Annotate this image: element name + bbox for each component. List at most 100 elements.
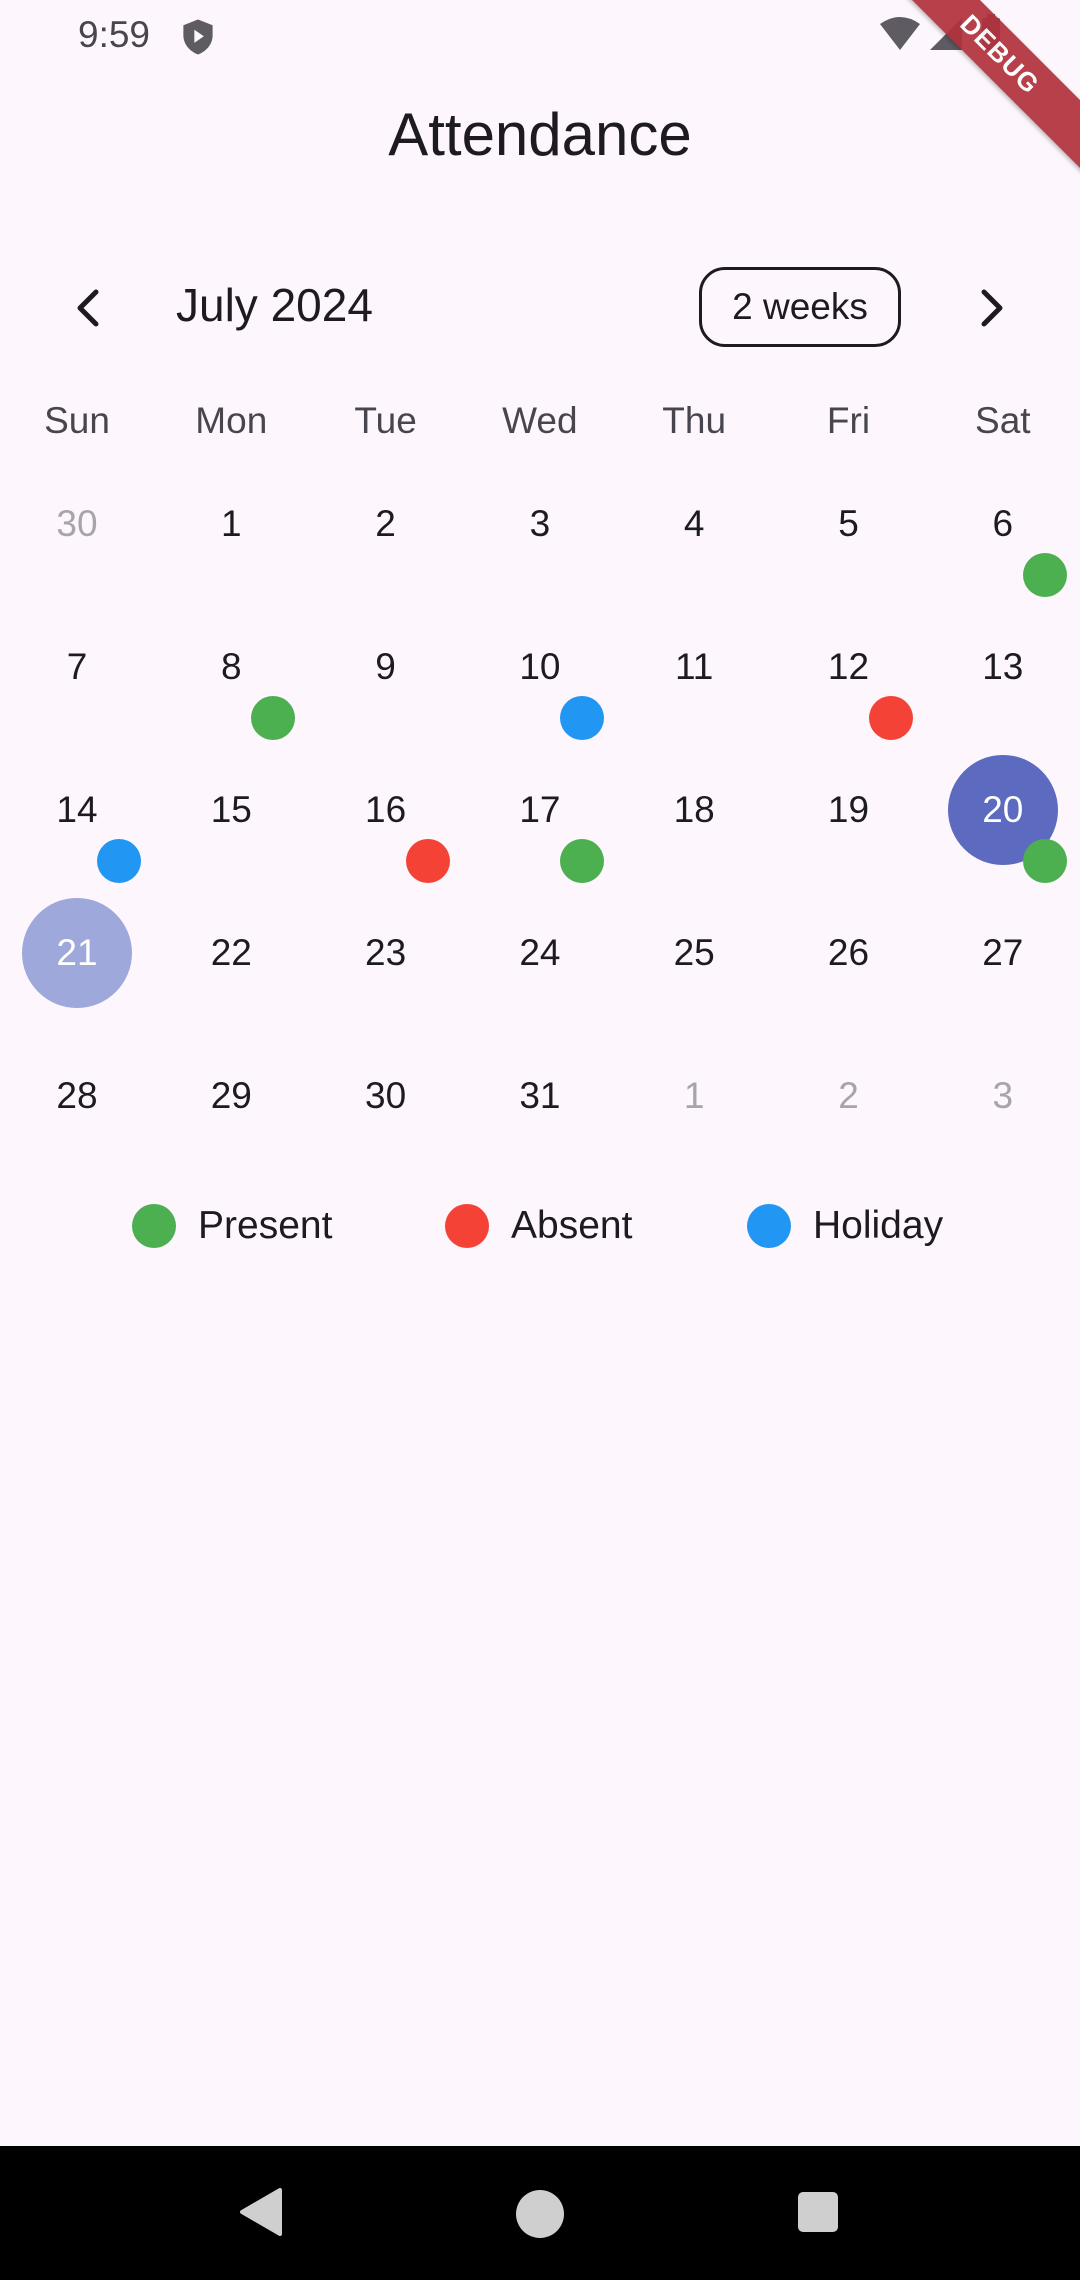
home-icon[interactable] — [516, 2190, 564, 2238]
day-number: 5 — [838, 503, 859, 544]
weekday-label-fri: Fri — [826, 400, 871, 441]
legend-dot — [132, 1204, 176, 1248]
day-number: 3 — [529, 503, 551, 544]
weekday-label-thu: Thu — [662, 400, 727, 441]
day-number: 28 — [56, 1075, 98, 1116]
legend-item-present: Present — [132, 1200, 332, 1252]
day-number: 23 — [365, 932, 407, 973]
calendar-day[interactable]: 26 — [772, 866, 926, 1009]
day-number: 1 — [221, 503, 242, 544]
calendar-day[interactable]: 9 — [309, 580, 463, 723]
calendar-day[interactable]: 30 — [0, 437, 154, 580]
day-number: 26 — [827, 932, 870, 973]
day-number: 12 — [827, 646, 870, 687]
day-number: 31 — [519, 1075, 561, 1116]
day-number: 30 — [365, 1075, 407, 1116]
calendar-day[interactable]: 13 — [926, 580, 1080, 723]
calendar-day[interactable]: 6 — [926, 437, 1080, 597]
calendar-day-selected[interactable]: 20 — [926, 723, 1080, 883]
next-month-button[interactable] — [960, 270, 1024, 346]
calendar-day[interactable]: 3 — [463, 437, 617, 580]
weekday-label-sun: Sun — [44, 400, 110, 441]
day-number: 15 — [210, 789, 252, 830]
calendar-day[interactable]: 17 — [463, 723, 617, 883]
legend-dot — [445, 1204, 489, 1248]
calendar-day[interactable]: 3 — [926, 1009, 1080, 1152]
calendar-day[interactable]: 4 — [617, 437, 771, 580]
weekday-label-sat: Sat — [975, 400, 1031, 441]
calendar-day[interactable]: 15 — [154, 723, 308, 866]
calendar-day[interactable]: 25 — [617, 866, 771, 1009]
chevron-left-icon — [77, 289, 99, 327]
chevron-right-icon — [981, 289, 1003, 327]
calendar-day[interactable]: 2 — [772, 1009, 926, 1152]
calendar-day[interactable]: 11 — [617, 580, 771, 723]
weekday-label-mon: Mon — [195, 400, 268, 441]
calendar-day[interactable]: 8 — [154, 580, 308, 740]
day-number: 8 — [221, 646, 242, 687]
day-number: 11 — [674, 646, 714, 687]
calendar-day[interactable]: 16 — [309, 723, 463, 883]
system-nav-bar — [0, 2146, 1080, 2280]
legend-label: Present — [198, 1204, 333, 1247]
calendar-day[interactable]: 2 — [309, 437, 463, 580]
calendar-day[interactable]: 27 — [926, 866, 1080, 1009]
legend-item-absent: Absent — [445, 1200, 632, 1252]
day-number: 22 — [210, 932, 252, 973]
day-number: 17 — [519, 789, 561, 830]
calendar-day[interactable]: 10 — [463, 580, 617, 740]
day-number: 4 — [683, 503, 705, 544]
back-icon[interactable] — [238, 2186, 284, 2238]
day-number: 2 — [838, 1075, 859, 1116]
calendar-day[interactable]: 14 — [0, 723, 154, 883]
calendar-day[interactable]: 18 — [617, 723, 771, 866]
day-number: 24 — [519, 932, 561, 973]
day-number: 9 — [375, 646, 396, 687]
day-number: 20 — [982, 789, 1024, 830]
wifi-icon — [880, 17, 920, 50]
day-number: 14 — [56, 789, 98, 830]
day-number: 7 — [66, 646, 88, 687]
calendar-day[interactable]: 31 — [463, 1009, 617, 1152]
day-number: 6 — [992, 503, 1014, 544]
weekday-label-wed: Wed — [502, 400, 578, 441]
weekday-label-tue: Tue — [354, 400, 417, 441]
recents-icon[interactable] — [798, 2192, 838, 2232]
day-number: 27 — [982, 932, 1024, 973]
calendar-day[interactable]: 23 — [309, 866, 463, 1009]
previous-month-button[interactable] — [56, 270, 120, 346]
month-label: July 2024 — [176, 279, 373, 331]
calendar-day[interactable]: 22 — [154, 866, 308, 1009]
legend-item-holiday: Holiday — [747, 1200, 943, 1252]
day-number: 18 — [673, 789, 715, 830]
day-number: 19 — [827, 789, 870, 830]
calendar-day[interactable]: 30 — [309, 1009, 463, 1152]
calendar-day-today[interactable]: 21 — [0, 866, 154, 1009]
day-number: 2 — [375, 503, 396, 544]
day-number: 3 — [992, 1075, 1014, 1116]
calendar-day[interactable]: 24 — [463, 866, 617, 1009]
calendar-day[interactable]: 29 — [154, 1009, 308, 1152]
calendar-day[interactable]: 5 — [772, 437, 926, 580]
calendar-day[interactable]: 19 — [772, 723, 926, 866]
day-number: 21 — [56, 932, 98, 973]
day-number: 13 — [982, 646, 1024, 687]
status-time: 9:59 — [78, 14, 151, 55]
legend-dot — [747, 1204, 791, 1248]
status-bar: 9:59 DEBUG — [0, 0, 1080, 178]
calendar-day[interactable]: 28 — [0, 1009, 154, 1152]
day-number: 29 — [210, 1075, 252, 1116]
legend-label: Absent — [511, 1204, 633, 1247]
day-number: 30 — [56, 503, 98, 544]
calendar-day[interactable]: 1 — [154, 437, 308, 580]
day-number: 16 — [365, 789, 407, 830]
format-toggle-button[interactable]: 2 weeks — [699, 267, 901, 347]
calendar-day[interactable]: 1 — [617, 1009, 771, 1152]
page-title: Attendance — [388, 101, 692, 168]
legend-label: Holiday — [813, 1204, 944, 1247]
calendar-day[interactable]: 12 — [772, 580, 926, 740]
shield-icon — [183, 19, 213, 55]
day-number: 25 — [673, 932, 715, 973]
day-number: 1 — [683, 1075, 705, 1116]
calendar-day[interactable]: 7 — [0, 580, 154, 723]
